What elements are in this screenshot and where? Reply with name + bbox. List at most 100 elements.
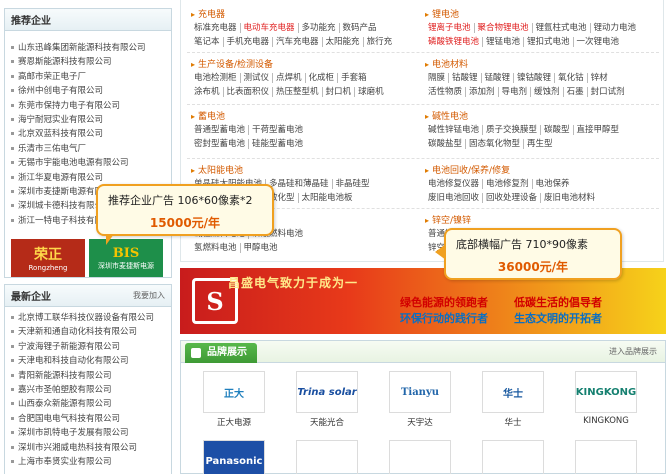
category-link[interactable]: 甲醇电池	[239, 243, 281, 253]
brand-item[interactable]	[389, 440, 451, 474]
category-link[interactable]: 涂布机	[191, 87, 223, 97]
category-link[interactable]: 电动车充电器	[239, 23, 298, 33]
category-link[interactable]: 数码产品	[338, 23, 380, 33]
brand-item[interactable]: Tianyu 天宇达	[389, 371, 451, 428]
category-link[interactable]: 缓蚀剂	[530, 87, 563, 97]
list-item[interactable]: 天津新和通自动化科技有限公司	[11, 325, 171, 339]
category-title[interactable]: 碱性电池	[425, 110, 655, 123]
category-title[interactable]: 太阳能电池	[191, 164, 421, 177]
category-link[interactable]: 废旧电池回收	[425, 193, 482, 203]
category-title[interactable]: 电池材料	[425, 58, 655, 71]
category-link[interactable]: 封口机	[321, 87, 355, 97]
category-link[interactable]: 干荷型蓄电池	[248, 125, 307, 135]
brand-item[interactable]: 正大 正大电源	[203, 371, 265, 428]
category-link[interactable]: 电池保养	[531, 179, 573, 189]
category-link[interactable]: 非晶硅型	[331, 179, 373, 189]
list-item[interactable]: 北京博工联华科技仪器设备有限公司	[11, 311, 171, 325]
list-item[interactable]: 浙江华夏电源有限公司	[11, 171, 171, 185]
category-link[interactable]: 碳酸型	[540, 125, 573, 135]
category-link[interactable]: 球磨机	[354, 87, 387, 97]
list-item[interactable]: 东莞市保持力电子有限公司	[11, 99, 171, 113]
category-link[interactable]: 电池修复剂	[482, 179, 532, 189]
brand-item[interactable]: 华士 华士	[482, 371, 544, 428]
category-link[interactable]: 电池修复仪器	[425, 179, 482, 189]
category-link[interactable]: 多晶硅和薄晶硅	[265, 179, 332, 189]
category-link[interactable]: 化成柜	[304, 73, 338, 83]
list-item[interactable]: 赛恩斯能源科技有限公司	[11, 55, 171, 69]
category-link[interactable]: 直接甲醇型	[572, 125, 623, 135]
category-link[interactable]: 氢燃料电池	[191, 243, 240, 253]
category-link[interactable]: 镍钴酸锂	[513, 73, 555, 83]
category-link[interactable]: 活性物质	[425, 87, 465, 97]
category-link[interactable]: 手机充电器	[222, 37, 273, 47]
category-link[interactable]: 太阳能充	[321, 37, 363, 47]
category-title[interactable]: 生产设备/检测设备	[191, 58, 421, 71]
category-link[interactable]: 手套箱	[337, 73, 370, 83]
category-link[interactable]: 锂离子电池	[425, 23, 474, 33]
list-item[interactable]: 无锡市宇能电池电源有限公司	[11, 156, 171, 170]
category-link[interactable]: 石墨	[562, 87, 587, 97]
category-title[interactable]: 电池回收/保养/修复	[425, 164, 655, 177]
list-item[interactable]: 深圳市兴湘威电热科技有限公司	[11, 441, 171, 455]
category-title[interactable]: 充电器	[191, 8, 421, 21]
category-link[interactable]: 硅能型蓄电池	[248, 139, 307, 149]
list-item[interactable]: 嘉兴市圣帕塑胶有限公司	[11, 383, 171, 397]
category-link[interactable]: 封口试剂	[586, 87, 628, 97]
category-link[interactable]: 一次锂电池	[572, 37, 623, 47]
category-link[interactable]: 废旧电池材料	[540, 193, 599, 203]
brand-tab[interactable]: 品牌展示	[185, 343, 257, 363]
list-item[interactable]: 乐清市三佑电气厂	[11, 142, 171, 156]
category-link[interactable]: 锂扣式电池	[523, 37, 573, 47]
category-title[interactable]: 锂电池	[425, 8, 655, 21]
category-link[interactable]: 点焊机	[272, 73, 305, 83]
brand-item[interactable]: Panasonic	[203, 440, 265, 474]
category-link[interactable]: 密封型蓄电池	[191, 139, 248, 149]
brand-item[interactable]	[482, 440, 544, 474]
category-link[interactable]: 笔记本	[191, 37, 223, 47]
category-link[interactable]: 隔膜	[425, 73, 448, 83]
category-title[interactable]: 锌空/镍锌	[425, 214, 655, 227]
category-link[interactable]: 质子交换膜型	[482, 125, 541, 135]
list-item[interactable]: 青阳新能源科技有限公司	[11, 369, 171, 383]
category-title[interactable]: 蓄电池	[191, 110, 421, 123]
category-link[interactable]: 标准充电器	[191, 23, 240, 33]
join-link[interactable]: 我要加入	[133, 290, 165, 301]
list-item[interactable]: 天津电和科技自动化有限公司	[11, 354, 171, 368]
rongzheng-logo[interactable]: 荣正 Rongzheng	[11, 239, 85, 277]
category-link[interactable]: 再生型	[523, 139, 556, 149]
list-item[interactable]: 海宁耐冠实业有限公司	[11, 113, 171, 127]
list-item[interactable]: 徐州中创电子有限公司	[11, 84, 171, 98]
list-item[interactable]: 上海市奉贤实业有限公司	[11, 455, 171, 469]
list-item[interactable]: 宁波海锂子新能源有限公司	[11, 340, 171, 354]
brand-more-link[interactable]: 进入品牌展示	[609, 346, 657, 357]
category-link[interactable]: 测试仪	[239, 73, 273, 83]
category-link[interactable]: 太阳能电池板	[297, 193, 356, 203]
list-item[interactable]: 北京双蓝科技有限公司	[11, 127, 171, 141]
category-link[interactable]: 热压整型机	[272, 87, 322, 97]
bis-logo[interactable]: BIS 深圳市麦捷斯电源	[89, 239, 163, 277]
category-link[interactable]: 氧化钴	[554, 73, 587, 83]
category-link[interactable]: 钴酸锂	[448, 73, 481, 83]
category-link[interactable]: 锂动力电池	[589, 23, 640, 33]
category-link[interactable]: 锰酸锂	[480, 73, 514, 83]
list-item[interactable]: 深圳市凯特电子发展有限公司	[11, 426, 171, 440]
category-link[interactable]: 磷酸铁锂电池	[425, 37, 482, 47]
brand-item[interactable]	[296, 440, 358, 474]
category-link[interactable]: 旅行充	[362, 37, 396, 47]
category-link[interactable]: 多功能充	[297, 23, 339, 33]
category-link[interactable]: 碳酸盐型	[425, 139, 465, 149]
brand-item[interactable]	[575, 440, 637, 474]
category-link[interactable]: 添加剂	[465, 87, 498, 97]
list-item[interactable]: 山西泰众新能源有限公司	[11, 397, 171, 411]
category-link[interactable]: 碱性锌锰电池	[425, 125, 482, 135]
banner-ad-callout[interactable]: 底部横幅广告 710*90像素 36000元/年	[435, 228, 622, 280]
category-link[interactable]: 汽车充电器	[272, 37, 322, 47]
brand-item[interactable]: Trina solar 天能光合	[296, 371, 358, 428]
category-link[interactable]: 回收处理设备	[482, 193, 541, 203]
category-link[interactable]: 比表面积仪	[222, 87, 273, 97]
category-link[interactable]: 锂氩柱式电池	[531, 23, 590, 33]
category-link[interactable]: 电池检测柜	[191, 73, 240, 83]
category-link[interactable]: 锌材	[586, 73, 611, 83]
category-link[interactable]: 锂锰电池	[482, 37, 524, 47]
brand-item[interactable]: KINGKONG KINGKONG	[575, 371, 637, 428]
